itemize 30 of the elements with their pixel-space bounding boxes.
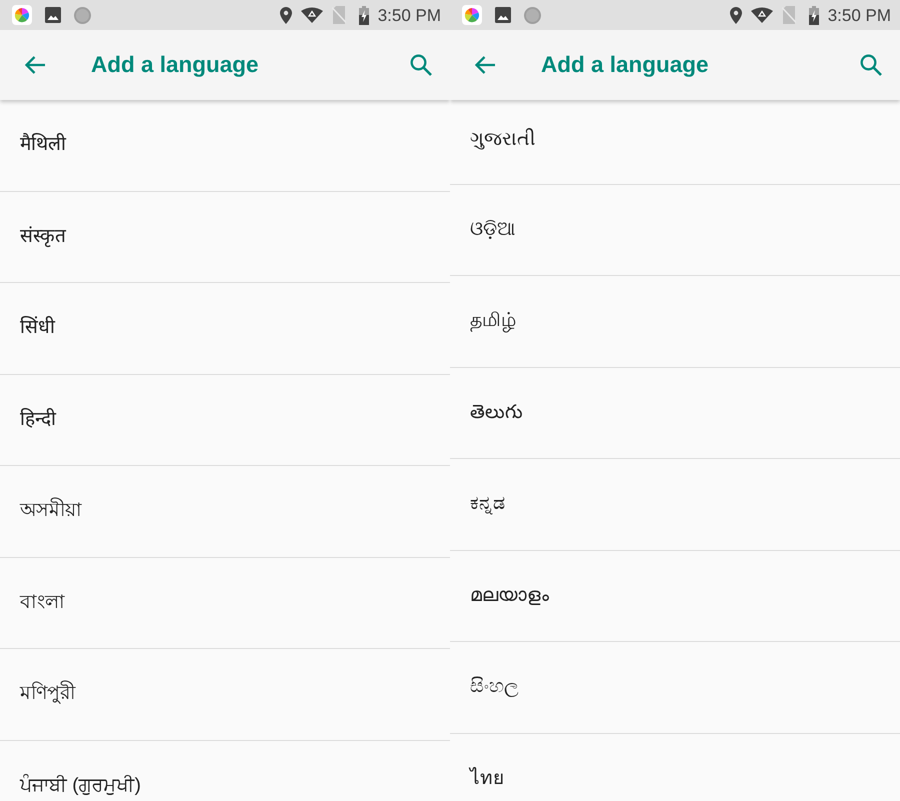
language-item[interactable]: ไทย [450,734,900,801]
search-icon [410,54,432,76]
app-bar-title: Add a language [541,54,709,76]
language-item[interactable]: ગુજરાતી [450,100,900,184]
search-icon [860,54,882,76]
location-pin-icon [730,6,742,24]
app-bar-title: Add a language [91,54,259,76]
language-item[interactable]: தமிழ் [450,276,900,368]
back-arrow-icon [24,55,46,75]
battery-charging-icon [358,6,369,24]
language-item[interactable]: తెలుగు [450,368,900,459]
image-icon [495,7,511,23]
language-item[interactable]: ଓଡ଼ିଆ [450,184,900,276]
back-arrow-icon [474,55,496,75]
language-item[interactable]: മലയാളം [450,550,900,642]
circle-icon [74,6,91,24]
location-pin-icon [280,6,292,24]
language-item[interactable]: ಕನ್ನಡ [450,459,900,550]
app-icon [462,5,482,25]
wifi-icon [300,7,323,23]
status-time: 3:50 PM [828,6,891,24]
wifi-icon [750,7,773,23]
battery-charging-icon [808,6,819,24]
status-time: 3:50 PM [378,6,441,24]
app-icon [12,5,32,25]
no-sim-icon [332,6,346,24]
image-icon [45,7,61,23]
language-item[interactable]: සිංහල [450,642,900,734]
circle-icon [524,6,541,24]
no-sim-icon [782,6,796,24]
